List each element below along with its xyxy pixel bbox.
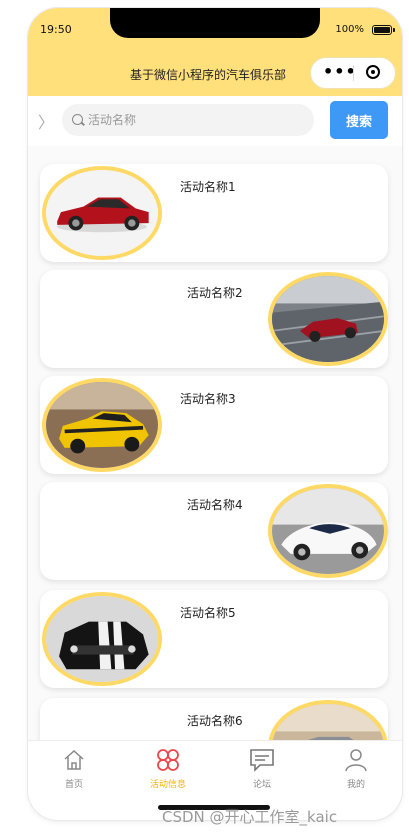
activity-title: 活动名称6 <box>187 714 243 728</box>
page-title: 基于微信小程序的汽车俱乐部 <box>130 68 287 82</box>
home-icon <box>44 747 104 773</box>
tab-label: 我的 <box>346 780 365 790</box>
activity-card[interactable]: 活动名称3 <box>40 376 388 474</box>
activity-image-black-muscle-car[interactable] <box>42 592 162 686</box>
user-icon <box>326 747 386 773</box>
activity-card[interactable]: 活动名称2 <box>40 270 388 368</box>
search-icon <box>72 114 83 125</box>
activity-title: 活动名称4 <box>187 498 243 512</box>
search-button[interactable]: 搜索 <box>330 101 388 139</box>
clover-icon <box>138 747 198 773</box>
search-box[interactable] <box>62 104 314 136</box>
tab-label: 首页 <box>64 780 83 790</box>
tab-home[interactable]: 首页 <box>44 747 104 790</box>
activity-image-red-sedan[interactable] <box>42 166 162 260</box>
tab-forum[interactable]: 论坛 <box>232 747 292 790</box>
capsule-divider <box>353 65 354 81</box>
close-miniprogram-icon[interactable] <box>366 65 380 79</box>
activity-title: 活动名称1 <box>180 180 236 194</box>
watermark: CSDN @开心工作室_kaic <box>162 808 338 826</box>
tab-label: 论坛 <box>252 780 271 790</box>
status-bar: 19:50 100% <box>28 8 402 52</box>
navbar: 基于微信小程序的汽车俱乐部 ••• <box>28 52 402 96</box>
battery-icon <box>372 25 395 35</box>
activity-card[interactable]: 活动名称5 <box>40 590 388 688</box>
activity-list[interactable]: 活动名称1 活动名称2 活动名称3 活动名称4 活动名称5 活动名称6 <box>28 146 402 740</box>
mini-program-capsule[interactable]: ••• <box>310 57 396 89</box>
activity-image-silver-car[interactable] <box>268 700 388 740</box>
search-bar: 〉 搜索 <box>28 96 402 146</box>
activity-image-yellow-muscle-car[interactable] <box>42 378 162 472</box>
activity-title: 活动名称3 <box>180 392 236 406</box>
activity-title: 活动名称2 <box>187 286 243 300</box>
phone-frame: 19:50 100% 基于微信小程序的汽车俱乐部 ••• 〉 搜索 <box>28 8 402 820</box>
activity-card[interactable]: 活动名称1 <box>40 164 388 262</box>
activity-card[interactable]: 活动名称4 <box>40 482 388 580</box>
battery-percent: 100% <box>335 24 364 35</box>
activity-image-white-concept-car[interactable] <box>268 484 388 578</box>
activity-card[interactable]: 活动名称6 <box>40 698 388 740</box>
tab-label: 活动信息 <box>149 780 186 790</box>
activity-image-red-convertible[interactable] <box>268 272 388 366</box>
more-icon[interactable]: ••• <box>323 62 357 81</box>
status-time: 19:50 <box>40 23 72 36</box>
activity-title: 活动名称5 <box>180 606 236 620</box>
search-input[interactable] <box>88 104 308 136</box>
tab-activity-info[interactable]: 活动信息 <box>138 747 198 790</box>
chevron-left-icon[interactable]: 〉 <box>38 109 54 133</box>
notch <box>110 8 320 38</box>
chat-icon <box>232 747 292 773</box>
tab-profile[interactable]: 我的 <box>326 747 386 790</box>
